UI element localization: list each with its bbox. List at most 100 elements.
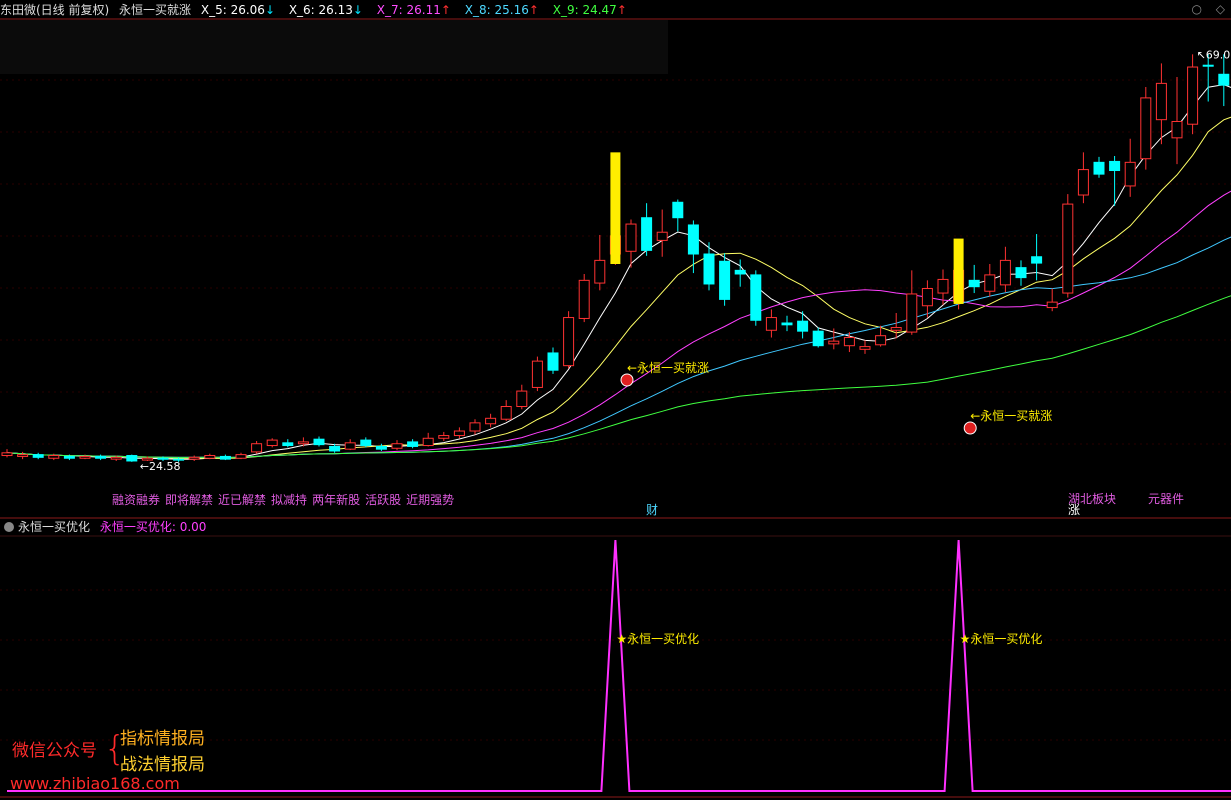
sub-panel-header: 永恒一买优化 永恒一买优化: 0.00 (0, 518, 1231, 536)
candle-up (984, 274, 996, 292)
concept-tags: 融资融券 即将解禁 近已解禁 拟减持 两年新股 活跃股 近期强势 (112, 491, 459, 508)
arrow-up-icon: ↑ (528, 3, 539, 17)
candle-up (500, 406, 512, 420)
candle-down (313, 438, 325, 446)
circle-icon[interactable]: ○ (1191, 2, 1201, 16)
candle-up (999, 259, 1011, 286)
candle-down (1202, 64, 1214, 67)
candle-up (469, 422, 481, 432)
stock-title[interactable]: 东田微(日线 前复权) (0, 3, 109, 17)
ma-legend-item: X_5: 26.06 (200, 3, 265, 17)
sub-panel-title[interactable]: 永恒一买优化 (18, 520, 90, 534)
ma-legend-item: X_7: 26.11 (376, 3, 441, 17)
candle-up (204, 455, 216, 459)
concept-tag[interactable]: 近期强势 (406, 493, 454, 507)
candle-up (1062, 203, 1074, 294)
signal-bar (953, 238, 964, 304)
candle-down (375, 445, 387, 450)
candle-up (828, 340, 840, 345)
chart-canvas[interactable]: ←永恒一买就涨←永恒一买就涨↖69.06←24.58财湖北板块涨元器件 ★永恒一… (0, 0, 1231, 800)
ma-legend: X_5: 26.06↓ X_6: 26.13↓ X_7: 26.11↑ X_8:… (201, 3, 637, 17)
candle-down (672, 201, 684, 219)
signal-label: ←永恒一买就涨 (627, 360, 709, 375)
candle-up (266, 439, 278, 447)
candle-down (812, 330, 824, 347)
candle-down (968, 279, 980, 288)
sector-mark: 元器件 (1148, 492, 1184, 506)
settings-dot-icon[interactable] (4, 522, 14, 532)
candle-up (48, 455, 60, 459)
candle-up (843, 337, 855, 347)
candle-down (1031, 256, 1043, 264)
candle-up (625, 223, 637, 252)
candle-up (188, 456, 200, 460)
candle-down (63, 455, 75, 459)
candle-up (1140, 97, 1152, 160)
candle-down (703, 253, 715, 285)
candle-down (95, 455, 107, 459)
info-overlay-box (0, 20, 668, 74)
candle-up (1077, 169, 1089, 196)
watermark-prefix: 微信公众号 (12, 741, 97, 761)
concept-tag[interactable]: 两年新股 (312, 493, 360, 507)
signal-ball-icon (963, 421, 977, 435)
candle-up (563, 317, 575, 367)
sub-panel-value: 永恒一买优化: 0.00 (99, 520, 207, 534)
candle-down (126, 455, 138, 462)
corner-icons: ○ ◇ (1181, 2, 1225, 16)
candle-up (1155, 82, 1167, 121)
candle-up (17, 454, 29, 457)
concept-tag[interactable]: 即将解禁 (165, 493, 213, 507)
candle-up (485, 417, 497, 425)
candle-up (235, 454, 247, 459)
arrow-up-icon: ↑ (616, 3, 627, 17)
concept-tag[interactable]: 拟减持 (271, 493, 307, 507)
candle-up (1124, 161, 1136, 187)
candle-down (734, 269, 746, 275)
candle-down (1093, 161, 1105, 175)
candle-up (921, 288, 933, 307)
indicator-name[interactable]: 永恒一买就涨 (119, 3, 191, 17)
candle-up (391, 443, 403, 449)
candle-up (79, 455, 91, 459)
concept-tag[interactable]: 近已解禁 (218, 493, 266, 507)
candle-up (594, 259, 606, 284)
candle-up (1, 452, 13, 457)
watermark-line1: 指标情报局 (120, 729, 205, 749)
candle-up (453, 430, 465, 437)
candle-down (329, 445, 341, 452)
candle-up (110, 456, 122, 460)
signal-bar (610, 152, 621, 264)
candle-up (875, 335, 887, 346)
candle-up (578, 279, 590, 319)
candle-up (859, 346, 871, 350)
concept-tag[interactable]: 活跃股 (365, 493, 401, 507)
candle-down (719, 260, 731, 300)
candle-up (516, 390, 528, 408)
arrow-down-icon: ↓ (264, 3, 275, 17)
candle-down (219, 455, 231, 460)
diamond-icon[interactable]: ◇ (1216, 2, 1225, 16)
candle-up (344, 442, 356, 450)
candle-down (1015, 267, 1027, 279)
candle-up (937, 278, 949, 294)
watermark-url: www.zhibiao168.com (10, 774, 180, 793)
candle-up (531, 360, 543, 388)
candle-down (797, 320, 809, 332)
candle-down (32, 454, 44, 458)
concept-tag[interactable]: 融资融券 (112, 493, 160, 507)
ma-legend-item: X_8: 25.16 (464, 3, 529, 17)
candle-down (1109, 160, 1121, 172)
chart-header: 东田微(日线 前复权) 永恒一买就涨 X_5: 26.06↓ X_6: 26.1… (0, 0, 1231, 20)
candle-down (687, 224, 699, 255)
candle-up (890, 327, 902, 331)
candle-up (1171, 120, 1183, 139)
ma-legend-item: X_9: 24.47 (552, 3, 617, 17)
candle-up (1046, 301, 1058, 309)
arrow-down-icon: ↓ (352, 3, 363, 17)
candle-down (282, 442, 294, 447)
